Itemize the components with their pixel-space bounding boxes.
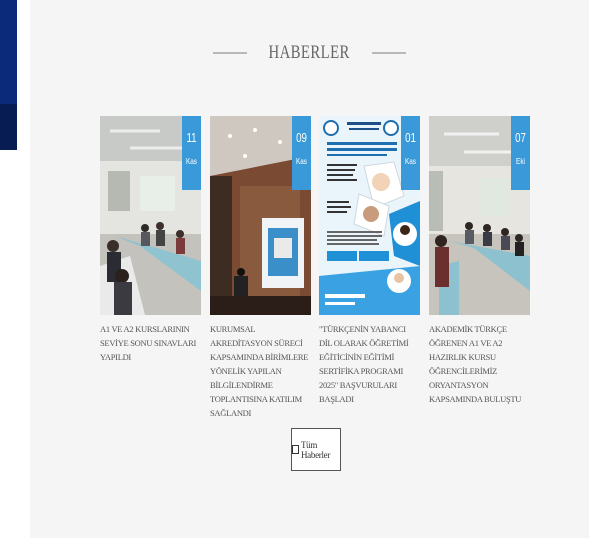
date-day: 01 — [405, 130, 416, 145]
date-day: 11 — [186, 130, 197, 145]
date-badge: 01 Kas — [401, 116, 420, 190]
date-badge: 09 Kas — [292, 116, 311, 190]
news-title[interactable]: "TÜRKÇENİN YABANCI DİL OLARAK ÖĞRETİMİ E… — [319, 322, 420, 406]
news-card[interactable]: 09 Kas KURUMSAL AKREDİTASYON SÜRECİ KAPS… — [210, 116, 311, 420]
heading-divider-right — [371, 52, 406, 54]
section-title: HABERLER — [268, 42, 351, 63]
all-news-label: Tüm Haberler — [300, 439, 331, 460]
news-image[interactable]: 09 Kas — [210, 116, 311, 315]
side-accent-bar-dark — [0, 104, 17, 150]
section-heading: HABERLER — [30, 42, 589, 64]
news-card[interactable]: 11 Kas A1 VE A2 KURSLARININ SEVİYE SONU … — [100, 116, 201, 364]
news-image[interactable]: 01 Kas — [319, 116, 420, 315]
date-month: Kas — [295, 157, 308, 166]
news-title[interactable]: A1 VE A2 KURSLARININ SEVİYE SONU SINAVLA… — [100, 322, 201, 364]
date-day: 07 — [515, 130, 526, 145]
date-month: Eki — [516, 157, 525, 166]
date-month: Kas — [404, 157, 417, 166]
news-image[interactable]: 07 Eki — [429, 116, 530, 315]
news-list-icon — [292, 445, 299, 454]
news-card[interactable]: 01 Kas "TÜRKÇENİN YABANCI DİL OLARAK ÖĞR… — [319, 116, 420, 406]
news-image[interactable]: 11 Kas — [100, 116, 201, 315]
news-section: HABERLER 11 Kas A1 VE A2 KURSLARININ SEV… — [30, 0, 589, 538]
date-badge: 07 Eki — [511, 116, 530, 190]
heading-divider-left — [213, 52, 248, 54]
date-month: Kas — [185, 157, 198, 166]
side-accent-bar — [0, 0, 17, 104]
date-day: 09 — [296, 130, 307, 145]
all-news-button[interactable]: Tüm Haberler — [291, 428, 341, 471]
news-title[interactable]: AKADEMİK TÜRKÇE ÖĞRENEN A1 ve A2 HAZIRLI… — [429, 322, 530, 406]
news-card[interactable]: 07 Eki AKADEMİK TÜRKÇE ÖĞRENEN A1 ve A2 … — [429, 116, 530, 406]
date-badge: 11 Kas — [182, 116, 201, 190]
news-title[interactable]: KURUMSAL AKREDİTASYON SÜRECİ KAPSAMINDA … — [210, 322, 311, 420]
